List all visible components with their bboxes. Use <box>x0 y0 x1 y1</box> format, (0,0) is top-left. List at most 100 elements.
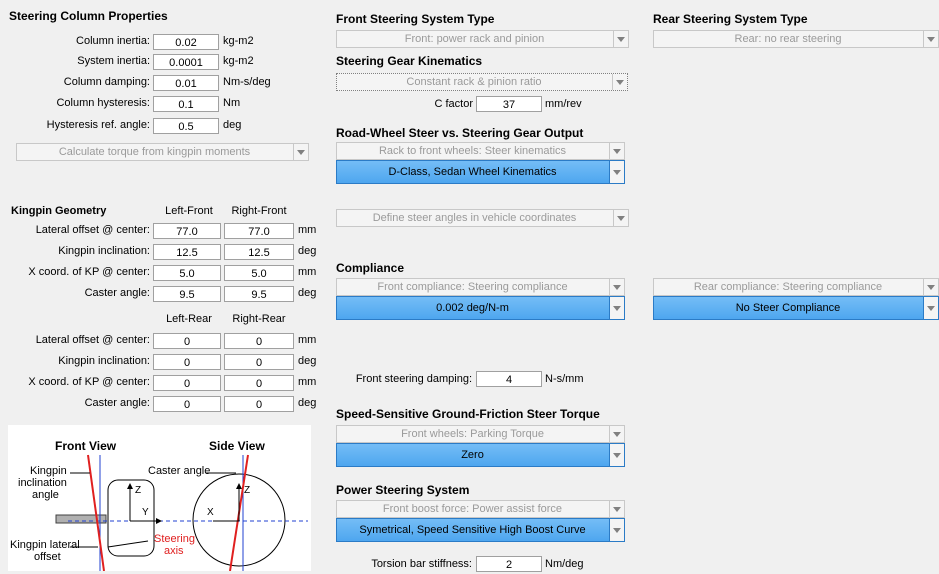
column-damping-label: Column damping: <box>63 76 150 88</box>
rf-lateral-offset-input[interactable]: 77.0 <box>224 223 294 239</box>
rear-compliance-dropdown[interactable]: Rear compliance: Steering compliance <box>653 278 939 296</box>
front-compliance-dataset[interactable]: 0.002 deg/N-m <box>336 296 625 320</box>
parking-torque-text: Zero <box>461 449 484 461</box>
chevron-down-icon <box>609 143 624 159</box>
column-inertia-input[interactable]: 0.02 <box>153 34 219 50</box>
chevron-down-icon <box>293 144 308 160</box>
c-factor-label: C factor <box>434 98 473 110</box>
kingpin-geometry-title: Kingpin Geometry <box>11 205 107 217</box>
system-inertia-input[interactable]: 0.0001 <box>153 54 219 70</box>
rear-kingpin-inclination-label: Kingpin inclination: <box>58 355 150 367</box>
column-hysteresis-input[interactable]: 0.1 <box>153 96 219 112</box>
column-damping-unit: Nm-s/deg <box>223 76 271 88</box>
rr-lateral-offset-input[interactable]: 0 <box>224 333 294 349</box>
x-coord-kp-unit: mm <box>298 266 317 278</box>
hysteresis-ref-angle-input[interactable]: 0.5 <box>153 118 219 134</box>
kp-lateral-label-1: Kingpin lateral <box>10 539 80 551</box>
front-view-label: Front View <box>55 439 117 453</box>
torsion-bar-label: Torsion bar stiffness: <box>371 558 472 570</box>
steering-gear-kinematics-title: Steering Gear Kinematics <box>336 54 483 68</box>
x-axis-label: X <box>207 507 214 518</box>
power-assist-dropdown[interactable]: Front boost force: Power assist force <box>336 500 625 518</box>
rear-x-coord-kp-unit: mm <box>298 376 317 388</box>
chevron-down-icon <box>609 161 624 183</box>
parking-torque-dataset[interactable]: Zero <box>336 443 625 467</box>
road-wheel-steer-title: Road-Wheel Steer vs. Steering Gear Outpu… <box>336 126 584 140</box>
torsion-bar-input[interactable]: 2 <box>476 556 542 572</box>
torque-method-dropdown[interactable]: Calculate torque from kingpin moments <box>16 143 309 161</box>
rear-lateral-offset-label: Lateral offset @ center: <box>35 334 150 346</box>
kp-inclination-label-3: angle <box>32 489 59 501</box>
rf-kingpin-inclination-input[interactable]: 12.5 <box>224 244 294 260</box>
kp-lateral-label-2: offset <box>34 551 61 563</box>
front-steering-system-text: Front: power rack and pinion <box>404 33 545 45</box>
front-steering-damping-input[interactable]: 4 <box>476 371 542 387</box>
chevron-down-icon <box>609 519 624 541</box>
column-properties-title: Steering Column Properties <box>9 9 168 23</box>
lf-caster-angle-input[interactable]: 9.5 <box>153 286 221 302</box>
z-axis-front-label: Z <box>135 485 142 496</box>
chevron-down-icon <box>609 501 624 517</box>
chevron-down-icon <box>612 74 627 90</box>
chevron-down-icon <box>923 31 938 47</box>
left-rear-header: Left-Rear <box>166 313 212 325</box>
column-inertia-unit: kg-m2 <box>223 35 254 47</box>
y-axis-label: Y <box>142 507 149 518</box>
steer-angles-dropdown[interactable]: Define steer angles in vehicle coordinat… <box>336 209 629 227</box>
lr-kingpin-inclination-input[interactable]: 0 <box>153 354 221 370</box>
boost-curve-text: Symetrical, Speed Sensitive High Boost C… <box>359 524 586 536</box>
rr-kingpin-inclination-input[interactable]: 0 <box>224 354 294 370</box>
lr-lateral-offset-input[interactable]: 0 <box>153 333 221 349</box>
kp-inclination-label-2: inclination <box>18 477 67 489</box>
wheel-kinematics-text: D-Class, Sedan Wheel Kinematics <box>388 166 557 178</box>
z-axis-side-label: Z <box>244 485 251 496</box>
lr-x-coord-kp-input[interactable]: 0 <box>153 375 221 391</box>
kingpin-inclination-unit: deg <box>298 245 317 257</box>
front-compliance-text: Front compliance: Steering compliance <box>377 281 568 293</box>
road-wheel-steer-text: Rack to front wheels: Steer kinematics <box>378 145 567 157</box>
front-steering-system-dropdown[interactable]: Front: power rack and pinion <box>336 30 629 48</box>
lr-caster-angle-input[interactable]: 0 <box>153 396 221 412</box>
caster-angle-label: Caster angle: <box>84 287 150 299</box>
x-coord-kp-label: X coord. of KP @ center: <box>28 266 150 278</box>
boost-curve-dataset[interactable]: Symetrical, Speed Sensitive High Boost C… <box>336 518 625 542</box>
rf-caster-angle-input[interactable]: 9.5 <box>224 286 294 302</box>
column-hysteresis-unit: Nm <box>223 97 241 109</box>
system-inertia-label: System inertia: <box>77 55 150 67</box>
right-front-header: Right-Front <box>231 205 287 217</box>
lf-x-coord-kp-input[interactable]: 5.0 <box>153 265 221 281</box>
rear-steering-system-dropdown[interactable]: Rear: no rear steering <box>653 30 939 48</box>
rear-caster-angle-label: Caster angle: <box>84 397 150 409</box>
kingpin-inclination-label: Kingpin inclination: <box>58 245 150 257</box>
ground-friction-title: Speed-Sensitive Ground-Friction Steer To… <box>336 407 600 421</box>
rear-kingpin-inclination-unit: deg <box>298 355 317 367</box>
rear-caster-angle-unit: deg <box>298 397 317 409</box>
road-wheel-steer-dropdown[interactable]: Rack to front wheels: Steer kinematics <box>336 142 625 160</box>
lateral-offset-label: Lateral offset @ center: <box>35 224 150 236</box>
chevron-down-icon <box>609 279 624 295</box>
steering-gear-text: Constant rack & pinion ratio <box>406 76 542 88</box>
c-factor-input[interactable]: 37 <box>476 96 542 112</box>
steering-axis-label-2: axis <box>164 545 184 557</box>
rear-steering-system-title: Rear Steering System Type <box>653 12 808 26</box>
rear-compliance-text: Rear compliance: Steering compliance <box>693 281 883 293</box>
rear-compliance-dataset[interactable]: No Steer Compliance <box>653 296 939 320</box>
hysteresis-ref-angle-unit: deg <box>223 119 242 131</box>
steering-gear-dropdown[interactable]: Constant rack & pinion ratio <box>336 73 628 91</box>
rear-steering-system-text: Rear: no rear steering <box>734 33 842 45</box>
right-rear-header: Right-Rear <box>232 313 286 325</box>
compliance-title: Compliance <box>336 261 405 275</box>
lf-lateral-offset-input[interactable]: 77.0 <box>153 223 221 239</box>
front-compliance-dropdown[interactable]: Front compliance: Steering compliance <box>336 278 625 296</box>
column-hysteresis-label: Column hysteresis: <box>56 97 150 109</box>
power-steering-title: Power Steering System <box>336 483 470 497</box>
rr-caster-angle-input[interactable]: 0 <box>224 396 294 412</box>
column-damping-input[interactable]: 0.01 <box>153 75 219 91</box>
chevron-down-icon <box>613 31 628 47</box>
rf-x-coord-kp-input[interactable]: 5.0 <box>224 265 294 281</box>
kingpin-diagram: Front View Side View Kingpin inclination… <box>8 425 311 571</box>
wheel-kinematics-dataset[interactable]: D-Class, Sedan Wheel Kinematics <box>336 160 625 184</box>
lf-kingpin-inclination-input[interactable]: 12.5 <box>153 244 221 260</box>
ground-friction-dropdown[interactable]: Front wheels: Parking Torque <box>336 425 625 443</box>
rr-x-coord-kp-input[interactable]: 0 <box>224 375 294 391</box>
